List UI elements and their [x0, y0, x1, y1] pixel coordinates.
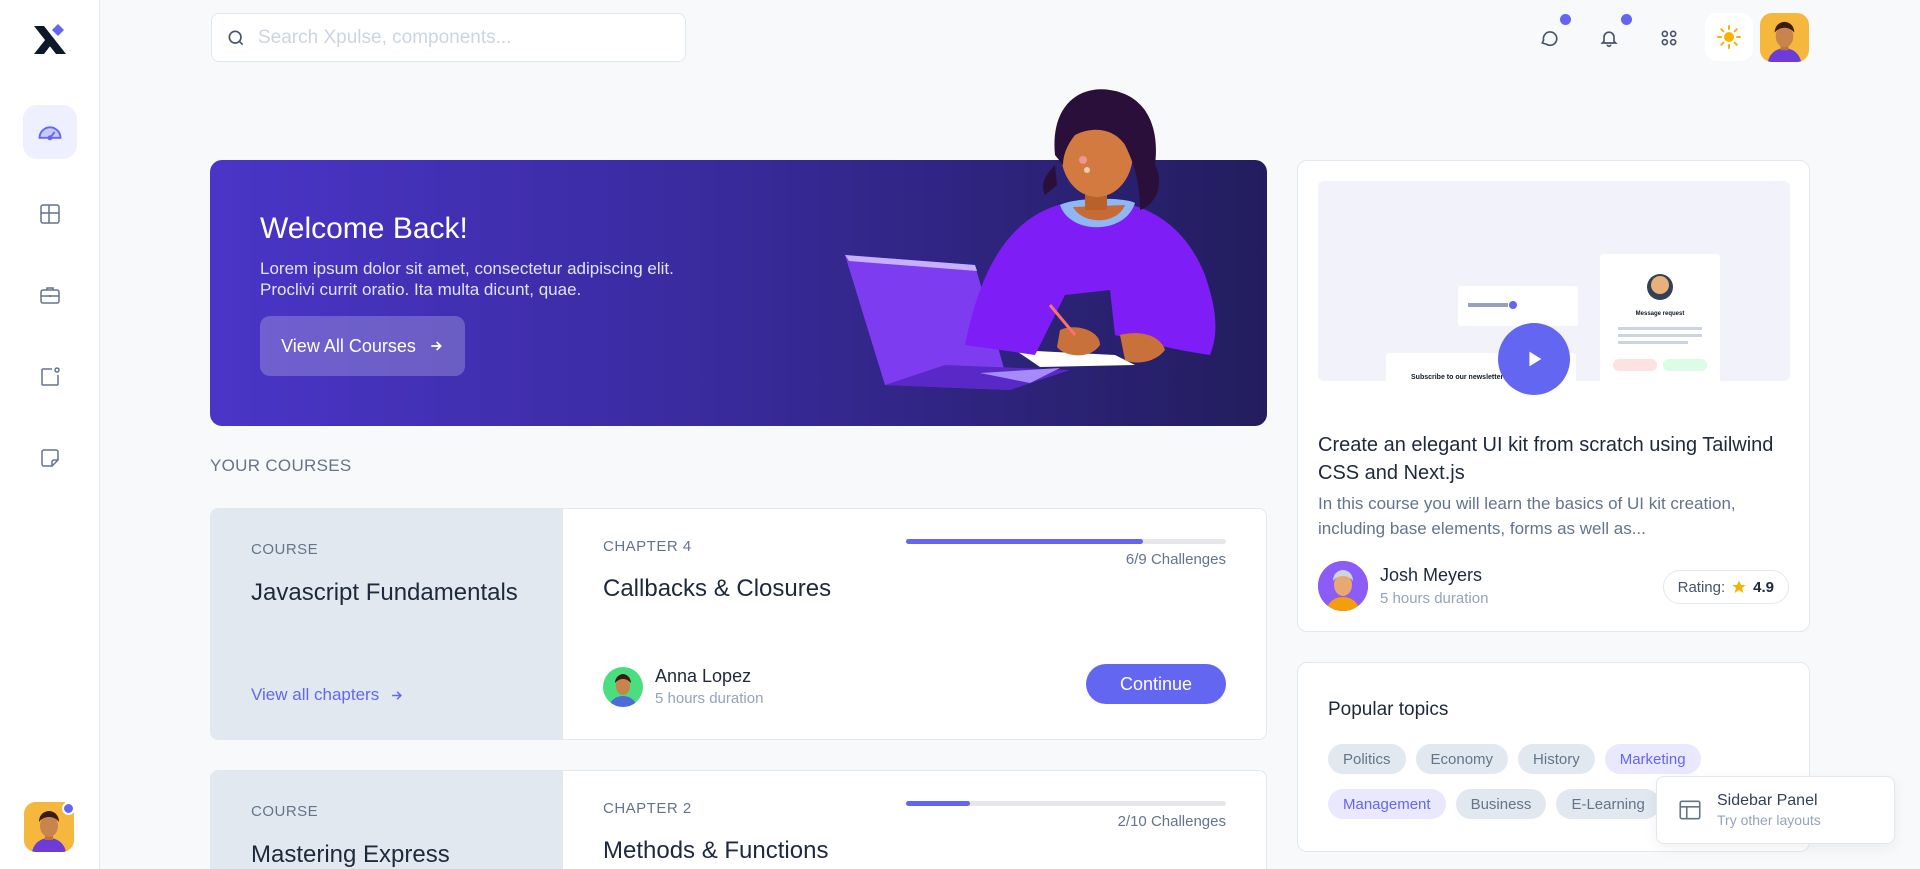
nav-briefcase[interactable]	[23, 268, 77, 322]
apps-grid-icon	[1661, 30, 1677, 46]
welcome-subtitle: Lorem ipsum dolor sit amet, consectetur …	[260, 259, 674, 299]
view-all-courses-label: View All Courses	[281, 335, 416, 356]
nav-sticky-note[interactable]	[23, 431, 77, 485]
challenges-count: 2/10 Challenges	[1117, 813, 1226, 830]
course-card: COURSE Mastering Express CHAPTER 2 Metho…	[210, 770, 1267, 869]
lesson-title: Callbacks & Closures	[603, 575, 832, 602]
challenges-count: 6/9 Challenges	[1125, 551, 1226, 568]
grid-icon	[40, 204, 60, 224]
nav-layout[interactable]	[23, 187, 77, 241]
topic-chip[interactable]: Business	[1455, 789, 1547, 819]
welcome-title: Welcome Back!	[260, 212, 468, 245]
view-all-courses-button[interactable]: View All Courses	[260, 316, 465, 376]
sticky-note-icon	[41, 449, 59, 467]
featured-title[interactable]: Create an elegant UI kit from scratch us…	[1318, 431, 1793, 487]
course-title: Javascript Fundamentals	[251, 579, 518, 606]
newsletter-text: Subscribe to our newsletter	[1411, 374, 1503, 381]
search-bar[interactable]	[211, 13, 686, 62]
search-icon	[228, 30, 244, 45]
view-all-chapters-link[interactable]: View all chapters	[251, 685, 404, 705]
instructor-avatar	[1318, 561, 1368, 611]
messages-button[interactable]	[1531, 20, 1567, 56]
sidebar	[0, 0, 100, 869]
topic-chip[interactable]: Politics	[1328, 744, 1406, 774]
sidebar-avatar-status-dot	[62, 802, 75, 815]
arrow-right-icon	[392, 690, 403, 700]
course-tag: COURSE	[251, 541, 319, 558]
topic-chip[interactable]: Economy	[1415, 744, 1509, 774]
chapter-label: CHAPTER 4	[603, 538, 692, 555]
author-avatar	[603, 666, 643, 707]
play-button[interactable]	[1498, 323, 1570, 395]
continue-button[interactable]: Continue	[1086, 664, 1226, 704]
rating-label: Rating:	[1677, 578, 1726, 596]
chat-bubble-icon	[1541, 31, 1558, 47]
briefcase-icon	[40, 287, 60, 304]
bell-icon	[1600, 31, 1618, 48]
instructor-duration: 5 hours duration	[1380, 590, 1489, 607]
messages-indicator	[1560, 14, 1571, 25]
notifications-indicator	[1621, 14, 1632, 25]
sun-icon	[1717, 25, 1741, 49]
sidebar-panel-title: Sidebar Panel	[1717, 792, 1818, 809]
sidebar-panel-switcher[interactable]: Sidebar Panel Try other layouts	[1656, 776, 1895, 844]
gauge-icon	[38, 126, 62, 141]
popular-topics-title: Popular topics	[1328, 699, 1449, 720]
layout-icon	[1679, 800, 1701, 820]
progress-bar	[906, 539, 1226, 544]
notifications-button[interactable]	[1591, 20, 1627, 56]
user-avatar[interactable]	[1760, 13, 1809, 62]
search-input[interactable]	[258, 26, 658, 49]
lesson-title: Methods & Functions	[603, 837, 829, 864]
author-duration: 5 hours duration	[655, 690, 764, 707]
apps-button[interactable]	[1651, 20, 1687, 56]
topic-chip[interactable]: History	[1518, 744, 1595, 774]
author-name: Anna Lopez	[655, 666, 752, 686]
featured-description: In this course you will learn the basics…	[1318, 494, 1736, 538]
your-courses-heading: YOUR COURSES	[210, 456, 352, 475]
nav-notes[interactable]	[23, 350, 77, 404]
topic-chip[interactable]: Management	[1328, 789, 1446, 819]
play-icon	[1529, 351, 1542, 367]
progress-fill	[906, 801, 970, 806]
featured-course-card: Message request Subscribe to our newslet…	[1297, 160, 1810, 632]
theme-toggle-button[interactable]	[1705, 13, 1753, 61]
course-tag: COURSE	[251, 803, 319, 820]
chapter-label: CHAPTER 2	[603, 800, 692, 817]
arrow-right-icon	[431, 341, 442, 351]
rating-badge: Rating: 4.9	[1662, 570, 1789, 604]
progress-fill	[906, 539, 1143, 544]
topic-chip[interactable]: Marketing	[1604, 744, 1701, 774]
message-request-text: Message request	[1636, 311, 1685, 317]
view-all-chapters-label: View all chapters	[251, 685, 380, 704]
note-add-icon	[41, 367, 60, 386]
star-icon	[1732, 580, 1746, 593]
progress-bar	[906, 801, 1226, 806]
rating-value: 4.9	[1753, 578, 1774, 596]
featured-instructor: Josh Meyers 5 hours duration	[1318, 561, 1488, 611]
course-summary: COURSE Javascript Fundamentals View all …	[211, 509, 563, 739]
course-title: Mastering Express	[251, 841, 450, 868]
student-illustration	[845, 89, 1216, 390]
topic-chip[interactable]: E-Learning	[1556, 789, 1660, 819]
app-logo[interactable]	[30, 20, 70, 60]
course-card: COURSE Javascript Fundamentals View all …	[210, 508, 1267, 740]
course-summary: COURSE Mastering Express	[211, 771, 563, 869]
nav-dashboard[interactable]	[23, 105, 77, 159]
sidebar-panel-subtitle: Try other layouts	[1717, 812, 1821, 828]
instructor-name: Josh Meyers	[1380, 565, 1483, 585]
course-author: Anna Lopez 5 hours duration	[603, 666, 763, 707]
